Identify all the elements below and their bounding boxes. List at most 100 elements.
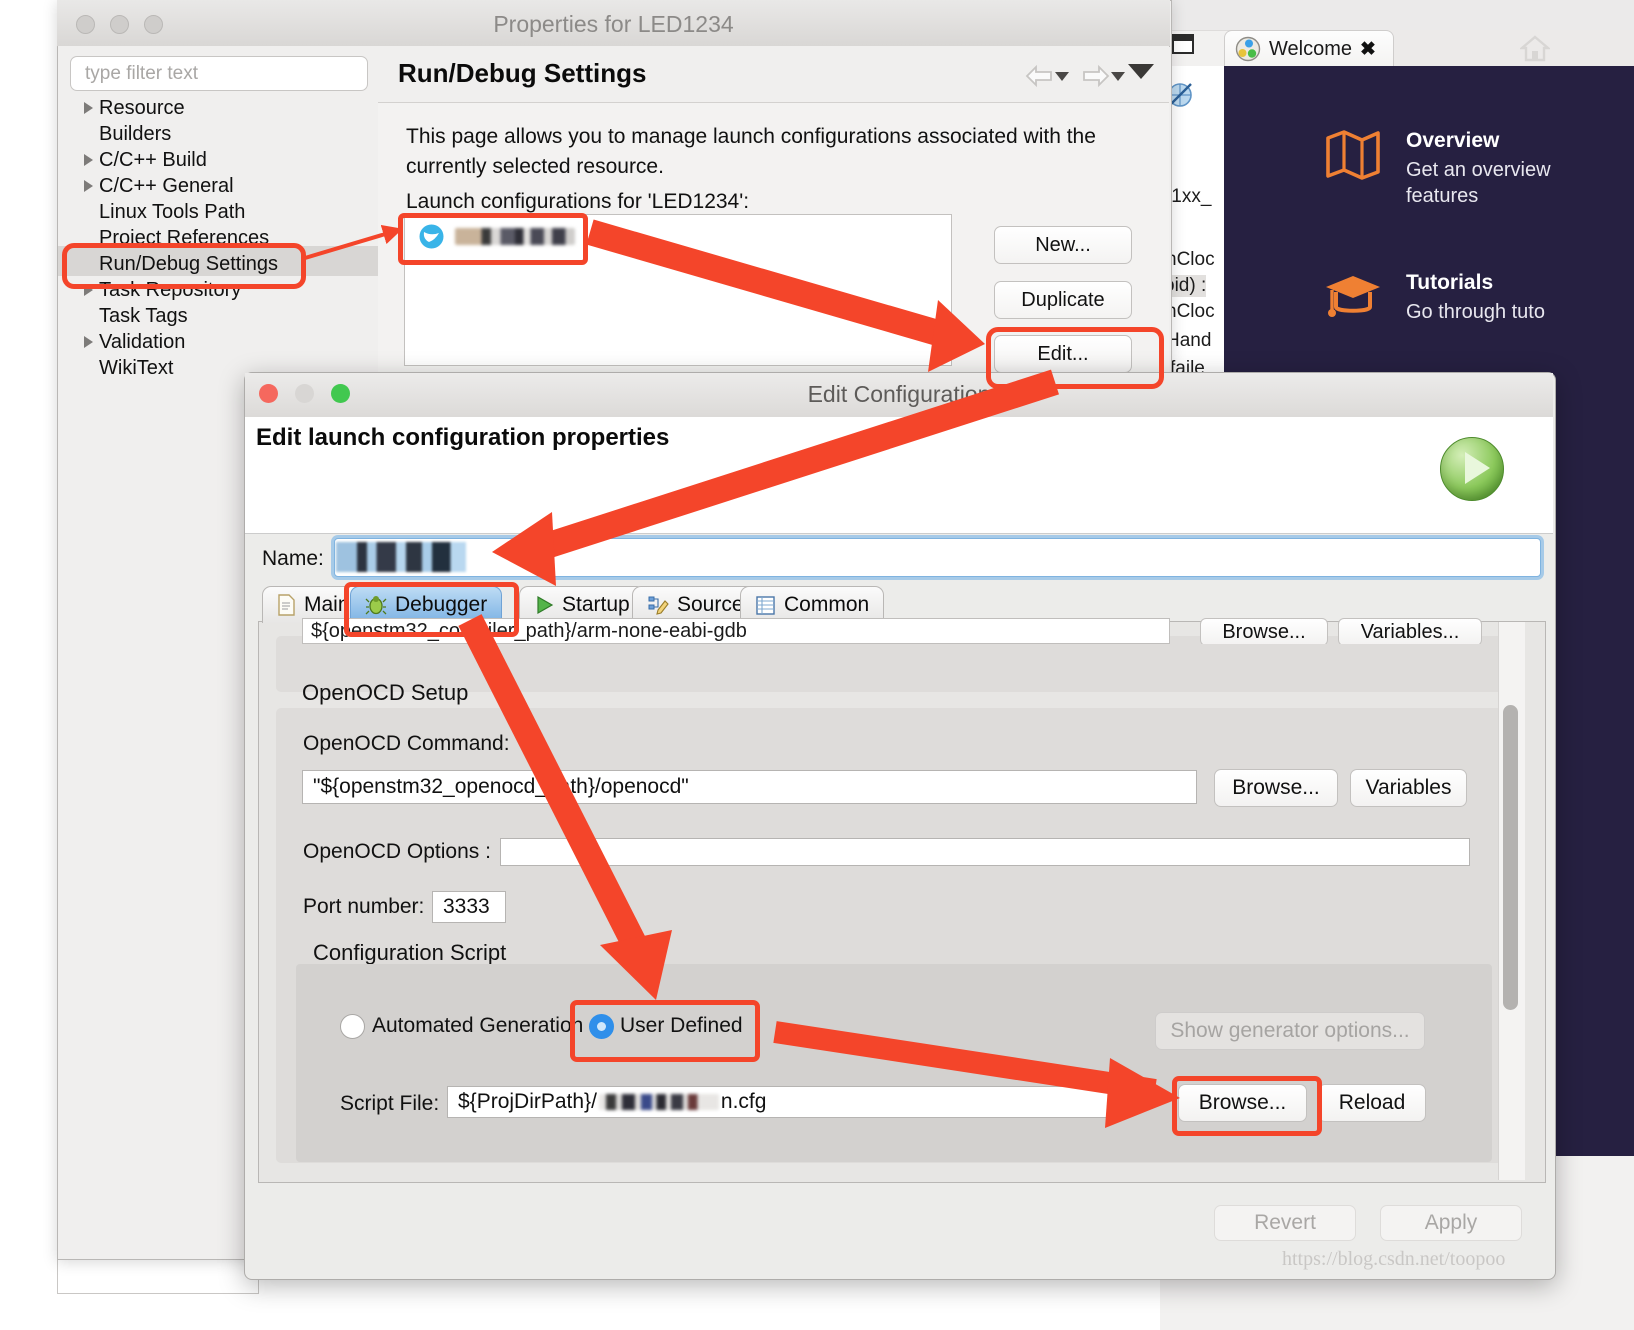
- annotation-box-debugger-tab: [344, 582, 519, 637]
- apply-button: Apply: [1380, 1205, 1522, 1241]
- ide-toolbar-strip: [1160, 0, 1634, 31]
- tab-panel-scrollbar-thumb[interactable]: [1503, 705, 1518, 1010]
- sidebar-item-wikitext[interactable]: WikiText: [84, 355, 173, 381]
- openocd-command-input[interactable]: "${openstm32_openocd_path}/openocd": [302, 770, 1197, 804]
- chevron-right-icon[interactable]: [84, 154, 93, 166]
- name-value-redacted: [336, 542, 466, 572]
- automated-generation-label: Automated Generation: [372, 1014, 584, 1037]
- welcome-entry-title: Tutorials: [1406, 271, 1494, 294]
- revert-button: Revert: [1214, 1205, 1356, 1241]
- new-button-label: New...: [1035, 233, 1091, 256]
- gdb-browse-label: Browse...: [1222, 620, 1306, 643]
- code-fragment: nCloc: [1166, 249, 1215, 270]
- code-fragment: f1xx_: [1166, 186, 1212, 207]
- home-icon[interactable]: [1520, 34, 1550, 62]
- annotation-box-launch-config-item: [398, 213, 588, 265]
- source-pencil-icon: [648, 596, 669, 615]
- port-number-label: Port number:: [303, 895, 425, 918]
- run-play-triangle: [1465, 452, 1490, 484]
- openocd-command-variables-label: Variables: [1365, 776, 1452, 799]
- sidebar-item-label: C/C++ Build: [99, 148, 207, 171]
- openocd-setup-label: OpenOCD Setup: [302, 680, 469, 705]
- close-icon[interactable]: ✖: [1360, 40, 1376, 59]
- sidebar-item-resource[interactable]: Resource: [84, 95, 185, 121]
- welcome-entry-overview[interactable]: Overview Get an overview features: [1324, 128, 1551, 209]
- openocd-command-label: OpenOCD Command:: [303, 732, 510, 755]
- forward-arrow-icon[interactable]: [1081, 64, 1111, 88]
- apply-label: Apply: [1424, 1211, 1478, 1234]
- filter-placeholder: type filter text: [85, 62, 198, 84]
- sidebar-item-validation[interactable]: Validation: [84, 329, 185, 355]
- port-number-input[interactable]: 3333: [432, 891, 506, 923]
- tab-common-label: Common: [784, 593, 870, 616]
- gdb-variables-label: Variables...: [1360, 620, 1460, 643]
- tab-welcome-label: Welcome: [1269, 37, 1352, 60]
- sidebar-item-label: Builders: [99, 122, 172, 145]
- script-reload-label: Reload: [1338, 1091, 1406, 1114]
- chevron-right-icon[interactable]: [84, 180, 93, 192]
- script-file-redacted: [598, 1094, 719, 1110]
- chevron-right-icon[interactable]: [84, 336, 93, 348]
- openocd-command-browse-label: Browse...: [1232, 776, 1320, 799]
- welcome-entry-subtitle: Go through tuto: [1406, 300, 1545, 323]
- editor-tab-strip: [1382, 30, 1634, 67]
- forward-history-dropdown-icon[interactable]: [1111, 72, 1125, 81]
- page-description: This page allows you to manage launch co…: [406, 125, 1096, 178]
- sidebar-item-linux-tools-path[interactable]: Linux Tools Path: [84, 199, 245, 225]
- name-input[interactable]: [334, 538, 1541, 577]
- name-label: Name:: [262, 547, 324, 570]
- openocd-options-input[interactable]: [500, 838, 1470, 866]
- openocd-options-label: OpenOCD Options :: [303, 840, 491, 863]
- welcome-entry-title: Overview: [1406, 129, 1500, 152]
- gdb-variables-button[interactable]: Variables...: [1338, 618, 1482, 644]
- sidebar-item-label: WikiText: [99, 356, 174, 379]
- tab-startup-label: Startup: [562, 593, 630, 616]
- openocd-command-variables-button[interactable]: Variables: [1350, 769, 1467, 807]
- sidebar-item-label: Task Tags: [99, 304, 188, 327]
- duplicate-button[interactable]: Duplicate: [994, 281, 1132, 319]
- map-icon: [1326, 130, 1380, 180]
- chevron-right-icon[interactable]: [84, 102, 93, 114]
- annotation-box-user-defined-radio: [570, 1000, 760, 1062]
- script-reload-button[interactable]: Reload: [1318, 1084, 1426, 1122]
- sidebar-item-task-tags[interactable]: Task Tags: [84, 303, 188, 329]
- script-file-label: Script File:: [340, 1092, 440, 1115]
- page-title: Run/Debug Settings: [398, 58, 647, 88]
- tab-welcome[interactable]: Welcome ✖: [1224, 30, 1394, 67]
- watermark: https://blog.csdn.net/toopoo: [1282, 1248, 1506, 1270]
- sidebar-item-cpp-build[interactable]: C/C++ Build: [84, 147, 207, 173]
- tab-source-label: Source: [677, 593, 744, 616]
- revert-label: Revert: [1254, 1211, 1316, 1234]
- welcome-entry-subtitle: Get an overview features: [1406, 158, 1551, 207]
- filter-input[interactable]: type filter text: [70, 56, 368, 91]
- configuration-script-label: Configuration Script: [313, 940, 507, 965]
- welcome-entry-tutorials[interactable]: Tutorials Go through tuto: [1324, 270, 1545, 325]
- script-file-input[interactable]: ${ProjDirPath}/ n.cfg: [447, 1086, 1120, 1118]
- sidebar-item-label: C/C++ General: [99, 174, 234, 197]
- graduation-cap-icon: [1326, 276, 1380, 317]
- tab-main-label: Main: [304, 593, 350, 616]
- automated-generation-radio[interactable]: [340, 1014, 365, 1039]
- sidebar-item-label: Linux Tools Path: [99, 200, 246, 223]
- sidebar-item-cpp-general[interactable]: C/C++ General: [84, 173, 234, 199]
- edit-dialog-title: Edit Configuration: [807, 381, 991, 407]
- new-button[interactable]: New...: [994, 226, 1132, 264]
- back-arrow-icon[interactable]: [1024, 64, 1054, 88]
- edit-dialog-heading: Edit launch configuration properties: [256, 424, 670, 451]
- duplicate-button-label: Duplicate: [1021, 288, 1105, 311]
- annotation-box-script-browse: [1172, 1076, 1322, 1136]
- document-icon: [278, 594, 295, 616]
- view-menu-icon[interactable]: [1128, 64, 1154, 79]
- openocd-command-browse-button[interactable]: Browse...: [1214, 769, 1338, 807]
- script-file-prefix: ${ProjDirPath}/: [458, 1090, 597, 1113]
- properties-window-title: Properties for LED1234: [493, 11, 734, 37]
- perspective-layout-icon[interactable]: [1172, 34, 1198, 60]
- back-history-dropdown-icon[interactable]: [1055, 72, 1069, 81]
- table-icon: [756, 595, 775, 615]
- code-fragment: nCloc: [1166, 301, 1215, 322]
- sidebar-item-label: Resource: [99, 96, 185, 119]
- sidebar-item-builders[interactable]: Builders: [84, 121, 171, 147]
- script-file-suffix: n.cfg: [720, 1090, 767, 1113]
- gdb-browse-button[interactable]: Browse...: [1200, 618, 1328, 644]
- show-generator-options-label: Show generator options...: [1170, 1019, 1410, 1042]
